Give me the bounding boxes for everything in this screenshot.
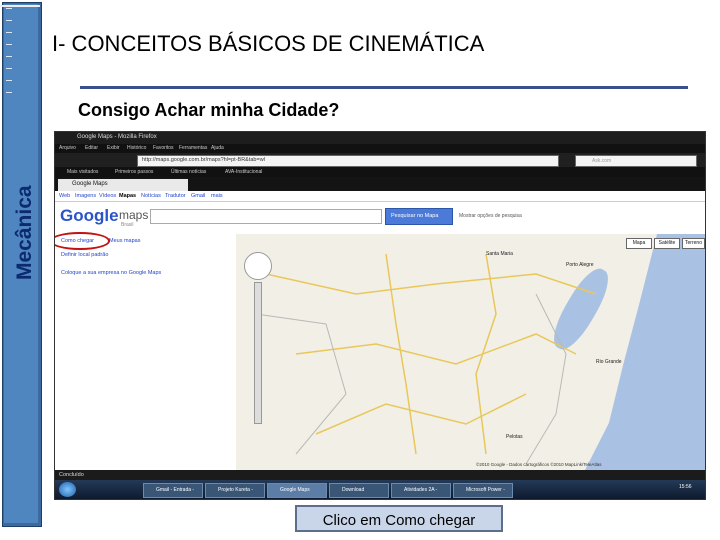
google-nav-item[interactable]: mais	[211, 193, 223, 199]
menu-item[interactable]: Arquivo	[59, 145, 76, 151]
taskbar-item-label: Google Maps	[280, 487, 310, 493]
map-city: Pelotas	[506, 434, 523, 440]
window-titlebar: Google Maps - Mozilla Firefox	[55, 132, 705, 144]
map-city: Rio Grande	[596, 359, 622, 365]
window-title: Google Maps - Mozilla Firefox	[77, 134, 157, 140]
status-bar: Concluído	[55, 470, 705, 480]
bookmark[interactable]: Mais visitados	[67, 169, 98, 175]
google-logo-text: Google	[60, 206, 119, 225]
side-label: Mecânica	[13, 185, 36, 280]
taskbar-item[interactable]: Projeto Kureta -	[205, 483, 265, 498]
taskbar-item[interactable]: Atividades 2A -	[391, 483, 451, 498]
bookmark[interactable]: Últimas notícias	[171, 169, 206, 175]
google-nav-item[interactable]: Gmail	[191, 193, 205, 199]
url-field[interactable]: http://maps.google.com.br/maps?hl=pt-BR&…	[137, 155, 559, 167]
caption-text: Clico em Como chegar	[322, 512, 476, 529]
my-maps-link[interactable]: Meus mapas	[109, 238, 141, 244]
taskbar-item-label: Projeto Kureta -	[218, 487, 254, 493]
bookmarks-bar: Mais visitados Primeiros passos Últimas …	[55, 167, 705, 177]
status-text: Concluído	[59, 472, 84, 478]
set-default-location-link[interactable]: Definir local padrão	[61, 252, 108, 258]
tab-label: Google Maps	[72, 181, 108, 187]
logo-country: Brasil	[121, 222, 134, 228]
google-nav-item[interactable]: Web	[59, 193, 70, 199]
google-nav-item[interactable]: Vídeos	[99, 193, 116, 199]
map-city: Santa Maria	[486, 251, 513, 257]
maps-search-input[interactable]	[150, 209, 382, 224]
taskbar-item[interactable]: Google Maps	[267, 483, 327, 498]
taskbar-clock: 15:56	[679, 484, 692, 490]
map-city: Porto Alegre	[566, 262, 594, 268]
menu-item[interactable]: Histórico	[127, 145, 146, 151]
browser-screenshot: Google Maps - Mozilla Firefox Arquivo Ed…	[54, 131, 706, 500]
google-nav-item[interactable]: Mapas	[119, 193, 136, 199]
search-maps-button-label: Pesquisar no Mapa	[391, 213, 439, 219]
caption-box: Clico em Como chegar	[295, 505, 503, 532]
taskbar-item-label: Download	[342, 487, 365, 493]
navigation-bar: http://maps.google.com.br/maps?hl=pt-BR&…	[55, 153, 705, 167]
tab-google-maps[interactable]: Google Maps	[58, 179, 188, 191]
url-text: http://maps.google.com.br/maps?hl=pt-BR&…	[142, 157, 265, 163]
bookmark[interactable]: Primeiros passos	[115, 169, 153, 175]
satellite-type-button[interactable]: Satélite	[654, 238, 680, 249]
top-line	[0, 5, 40, 7]
menu-item[interactable]: Favoritos	[153, 145, 174, 151]
map-copyright: ©2010 Google - Dados cartográficos ©2010…	[476, 462, 602, 467]
menu-item[interactable]: Ferramentas	[179, 145, 207, 151]
add-business-link[interactable]: Coloque a sua empresa no Google Maps	[61, 270, 161, 276]
slide-title: I- CONCEITOS BÁSICOS DE CINEMÁTICA	[52, 31, 485, 56]
google-nav-item[interactable]: Notícias	[141, 193, 161, 199]
map-roads	[255, 253, 597, 465]
menu-item[interactable]: Editar	[85, 145, 98, 151]
taskbar-item[interactable]: Download	[329, 483, 389, 498]
taskbar: Gmail - Entrada - Projeto Kureta - Googl…	[55, 480, 705, 499]
menu-item[interactable]: Exibir	[107, 145, 120, 151]
map-zoom-slider[interactable]	[254, 282, 262, 424]
taskbar-item-label: Atividades 2A -	[404, 487, 438, 493]
title-rule	[80, 86, 688, 89]
google-nav-bar: Web Imagens Vídeos Mapas Notícias Tradut…	[55, 191, 705, 202]
slide-subtitle: Consigo Achar minha Cidade?	[78, 100, 340, 120]
menu-item[interactable]: Ajuda	[211, 145, 224, 151]
tab-strip: Google Maps	[55, 177, 705, 191]
map-view[interactable]: Santa Maria Porto Alegre Pelotas Rio Gra…	[236, 234, 705, 470]
left-panel: Como chegar Meus mapas Definir local pad…	[55, 234, 235, 470]
google-logo: Google	[60, 206, 119, 226]
google-nav-item[interactable]: Tradutor	[165, 193, 186, 199]
taskbar-item[interactable]: Microsoft Power -	[453, 483, 513, 498]
taskbar-item-label: Gmail - Entrada -	[156, 487, 195, 493]
start-button[interactable]	[59, 482, 76, 497]
google-header: Google maps Brasil Pesquisar no Mapa Mos…	[55, 202, 705, 234]
google-nav-item[interactable]: Imagens	[75, 193, 96, 199]
logo-maps: maps	[119, 208, 149, 222]
terrain-type-button[interactable]: Terreno	[682, 238, 705, 249]
menu-bar: Arquivo Editar Exibir Histórico Favorito…	[55, 144, 705, 153]
bookmark[interactable]: AVA-Institucional	[225, 169, 262, 175]
search-maps-button[interactable]: Pesquisar no Mapa	[385, 208, 453, 225]
side-dots	[6, 8, 12, 98]
search-placeholder: Ask.com	[592, 158, 612, 164]
side-label-box: Mecânica	[13, 140, 43, 280]
taskbar-item[interactable]: Gmail - Entrada -	[143, 483, 203, 498]
map-type-button[interactable]: Mapa	[626, 238, 652, 249]
taskbar-item-label: Microsoft Power -	[466, 487, 505, 493]
search-box[interactable]: Ask.com	[575, 155, 697, 167]
map-pan-control[interactable]	[244, 252, 272, 280]
search-options-link[interactable]: Mostrar opções de pesquisa	[459, 213, 522, 219]
